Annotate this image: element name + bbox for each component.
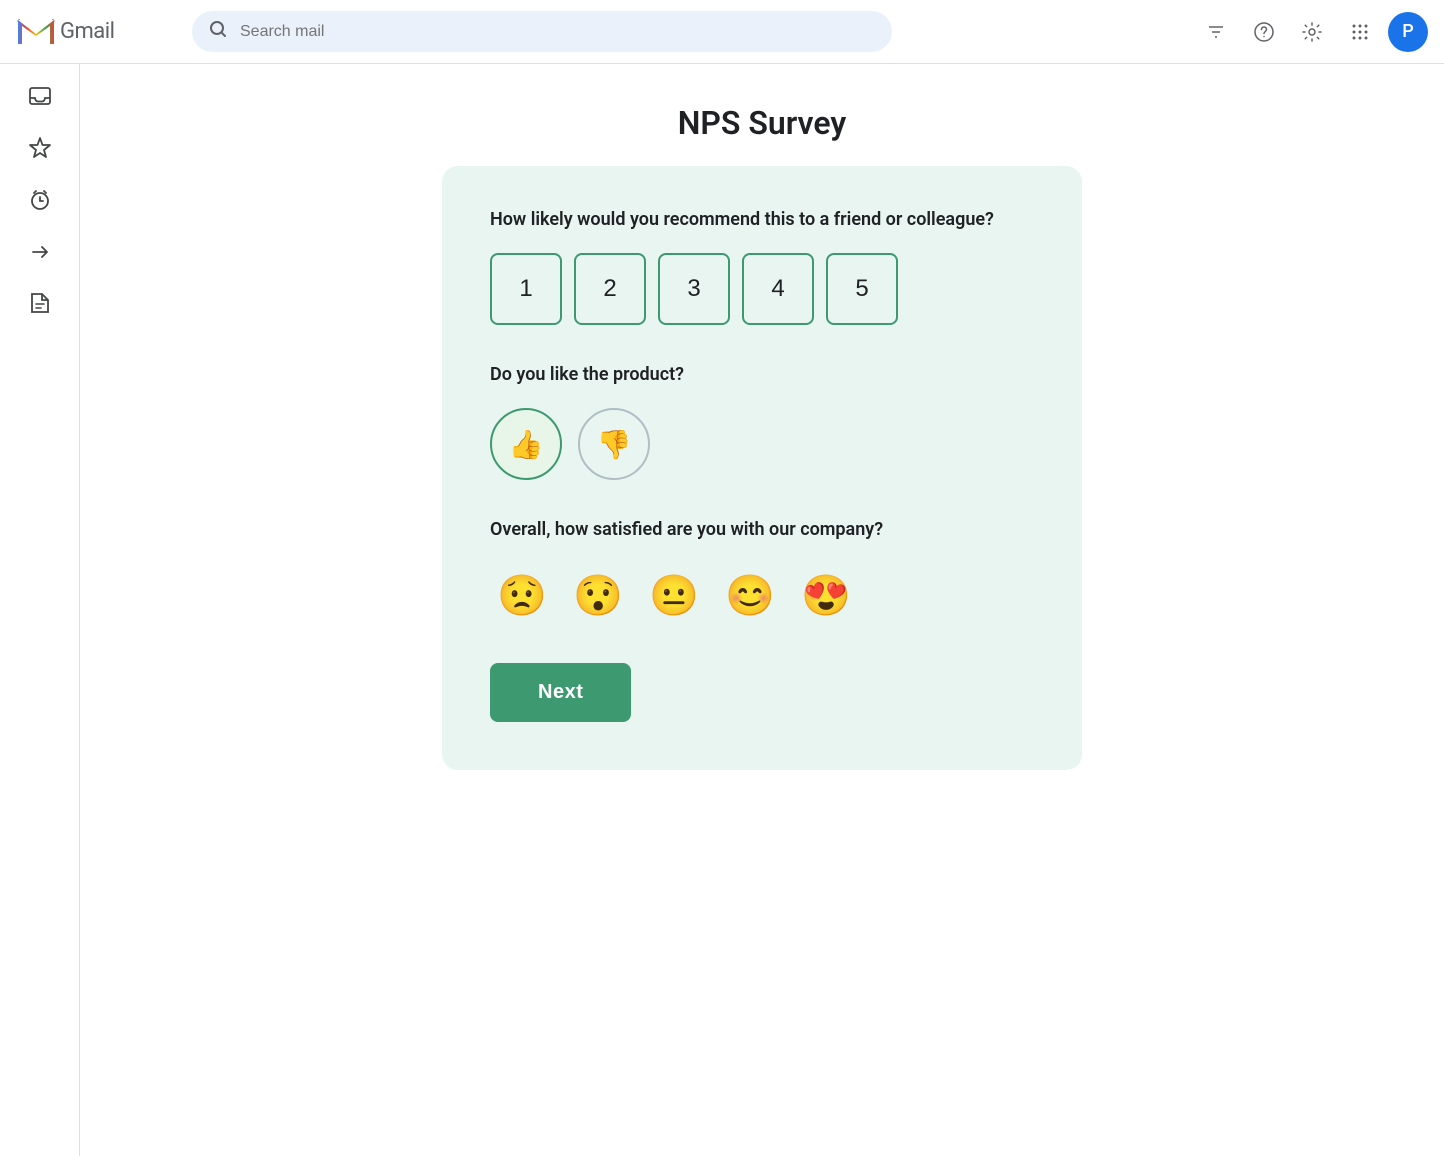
question-1-label: How likely would you recommend this to a… — [490, 206, 1034, 233]
settings-icon — [1301, 21, 1323, 43]
emoji-sad-icon: 😟 — [497, 572, 547, 619]
page-title: NPS Survey — [678, 104, 847, 142]
thumbs-row: 👍 👎 — [490, 408, 1034, 480]
emoji-row: 😟 😯 😐 😊 😍 — [490, 563, 1034, 627]
search-bar[interactable] — [192, 11, 892, 52]
gmail-label: Gmail — [60, 19, 114, 44]
gmail-header: Gmail — [0, 0, 1444, 64]
sidebar-item-drafts[interactable] — [16, 280, 64, 328]
help-button[interactable] — [1244, 12, 1284, 52]
emoji-surprised-icon: 😯 — [573, 572, 623, 619]
main-layout: NPS Survey How likely would you recommen… — [0, 64, 1444, 1156]
emoji-btn-4[interactable]: 😊 — [718, 563, 782, 627]
emoji-btn-1[interactable]: 😟 — [490, 563, 554, 627]
gmail-logo-icon — [16, 12, 56, 52]
rating-btn-4[interactable]: 4 — [742, 253, 814, 325]
thumbs-down-button[interactable]: 👎 — [578, 408, 650, 480]
logo-area: Gmail — [16, 12, 176, 52]
filter-icon — [1206, 22, 1226, 42]
thumbs-up-icon: 👍 — [509, 428, 544, 461]
sidebar-item-snoozed[interactable] — [16, 176, 64, 224]
emoji-btn-5[interactable]: 😍 — [794, 563, 858, 627]
rating-btn-1[interactable]: 1 — [490, 253, 562, 325]
avatar[interactable]: P — [1388, 12, 1428, 52]
sidebar-item-inbox[interactable] — [16, 72, 64, 120]
sidebar-item-starred[interactable] — [16, 124, 64, 172]
search-input[interactable] — [240, 23, 876, 41]
thumbs-down-icon: 👎 — [597, 428, 632, 461]
help-icon — [1253, 21, 1275, 43]
search-icon — [208, 19, 228, 44]
rating-btn-5[interactable]: 5 — [826, 253, 898, 325]
sidebar — [0, 64, 80, 1156]
thumbs-up-button[interactable]: 👍 — [490, 408, 562, 480]
question-2-label: Do you like the product? — [490, 361, 1034, 388]
sidebar-item-sent[interactable] — [16, 228, 64, 276]
question-3-label: Overall, how satisfied are you with our … — [490, 516, 1034, 543]
settings-button[interactable] — [1292, 12, 1332, 52]
survey-card: How likely would you recommend this to a… — [442, 166, 1082, 770]
emoji-neutral-icon: 😐 — [649, 572, 699, 619]
next-button[interactable]: Next — [490, 663, 631, 722]
rating-btn-3[interactable]: 3 — [658, 253, 730, 325]
rating-btn-2[interactable]: 2 — [574, 253, 646, 325]
header-actions: P — [1196, 12, 1428, 52]
apps-button[interactable] — [1340, 12, 1380, 52]
content-area: NPS Survey How likely would you recommen… — [80, 64, 1444, 1156]
emoji-happy-icon: 😊 — [725, 572, 775, 619]
rating-row: 1 2 3 4 5 — [490, 253, 1034, 325]
apps-icon — [1350, 22, 1370, 42]
filter-icon-button[interactable] — [1196, 12, 1236, 52]
emoji-btn-2[interactable]: 😯 — [566, 563, 630, 627]
emoji-btn-3[interactable]: 😐 — [642, 563, 706, 627]
emoji-love-icon: 😍 — [801, 572, 851, 619]
